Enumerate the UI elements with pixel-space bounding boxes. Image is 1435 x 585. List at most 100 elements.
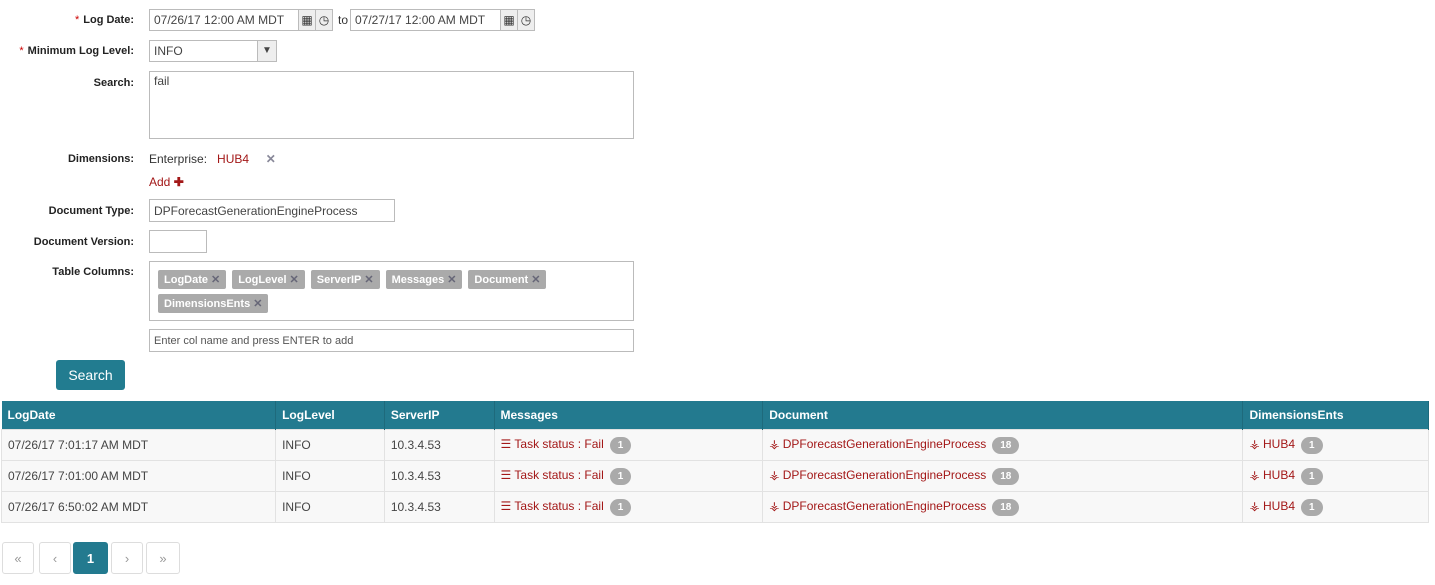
dimensions-label: Dimensions: <box>67 153 134 165</box>
column-tag-label: ServerIP <box>316 274 362 286</box>
message-link[interactable]: Task status : Fail <box>514 437 603 451</box>
remove-tag-icon[interactable]: ✕ <box>447 274 456 286</box>
calendar-icon[interactable]: ▦ <box>500 9 518 31</box>
table-row: 07/26/17 7:01:17 AM MDT INFO 10.3.4.53 ☰… <box>0 429 1429 461</box>
table-columns-tags[interactable]: LogDate ✕ LogLevel ✕ ServerIP ✕ Messages ✕ Docum… <box>149 261 634 321</box>
log-level-cell: INFO <box>275 429 385 461</box>
sitemap-icon: ⚶ <box>769 436 780 451</box>
calendar-icon[interactable]: ▦ <box>298 9 316 31</box>
log-date-cell: 07/26/17 7:01:00 AM MDT <box>0 460 277 492</box>
dimensions-cell: ⚶ HUB4 1 <box>1242 491 1429 523</box>
document-link[interactable]: DPForecastGenerationEngineProcess <box>783 437 986 451</box>
column-tag-label: DimensionsEnts <box>164 298 251 310</box>
list-icon: ☰ <box>500 498 512 513</box>
page-1-button[interactable]: 1 <box>73 542 108 574</box>
message-count-badge: 1 <box>609 467 632 485</box>
document-count-badge: 18 <box>992 498 1020 516</box>
clock-icon[interactable]: ◷ <box>517 9 535 31</box>
remove-tag-icon[interactable]: ✕ <box>211 274 220 286</box>
remove-tag-icon[interactable]: ✕ <box>364 274 373 286</box>
document-cell: ⚶ DPForecastGenerationEngineProcess 18 <box>762 429 1244 461</box>
column-header[interactable]: Document <box>762 401 1244 430</box>
doc-type-input[interactable]: DPForecastGenerationEngineProcess <box>149 199 395 222</box>
document-cell: ⚶ DPForecastGenerationEngineProcess 18 <box>762 460 1244 492</box>
column-header[interactable]: ServerIP <box>384 401 495 430</box>
log-table: LogDate LogLevel ServerIP Messages Document D… <box>0 401 1429 523</box>
column-header[interactable]: LogDate <box>1 401 277 430</box>
dimension-link[interactable]: HUB4 <box>1263 437 1295 451</box>
column-tag: DimensionsEnts ✕ <box>158 294 269 313</box>
column-name-input[interactable]: Enter col name and press ENTER to add <box>149 329 634 352</box>
server-ip-cell: 10.3.4.53 <box>383 429 495 461</box>
log-level-cell: INFO <box>275 491 385 523</box>
server-ip-cell: 10.3.4.53 <box>383 491 495 523</box>
add-dimension-link[interactable]: Add ✚ <box>149 175 184 189</box>
column-tag: Document ✕ <box>468 270 547 289</box>
server-ip-cell: 10.3.4.53 <box>383 460 495 492</box>
doc-version-input[interactable] <box>149 230 207 253</box>
column-tag: LogLevel ✕ <box>232 270 305 289</box>
sitemap-icon: ⚶ <box>1249 467 1260 482</box>
table-columns-label: Table Columns: <box>52 266 134 278</box>
remove-tag-icon[interactable]: ✕ <box>290 274 299 286</box>
remove-tag-icon[interactable]: ✕ <box>531 274 540 286</box>
sitemap-icon: ⚶ <box>1249 498 1260 513</box>
message-link[interactable]: Task status : Fail <box>514 499 603 513</box>
document-count-badge: 18 <box>992 467 1020 485</box>
column-header[interactable]: DimensionsEnts <box>1242 401 1429 430</box>
log-level-cell: INFO <box>275 460 385 492</box>
document-count-badge: 18 <box>992 436 1020 454</box>
log-date-to-input[interactable]: 07/27/17 12:00 AM MDT <box>350 9 501 31</box>
column-header[interactable]: LogLevel <box>275 401 385 430</box>
dimensions-cell: ⚶ HUB4 1 <box>1242 429 1429 461</box>
log-date-cell: 07/26/17 7:01:17 AM MDT <box>0 429 277 461</box>
log-date-cell: 07/26/17 6:50:02 AM MDT <box>0 491 277 523</box>
table-row: 07/26/17 6:50:02 AM MDT INFO 10.3.4.53 ☰… <box>0 491 1429 523</box>
search-textarea[interactable]: fail <box>149 71 634 139</box>
doc-type-label: Document Type: <box>48 205 134 217</box>
log-date-label: * Log Date: <box>74 14 134 26</box>
dimension-item: Enterprise: HUB4 ✕ <box>149 152 276 166</box>
column-tag: Messages ✕ <box>385 270 463 289</box>
messages-cell: ☰ Task status : Fail 1 <box>493 460 764 492</box>
message-count-badge: 1 <box>609 498 632 516</box>
column-header[interactable]: Messages <box>494 401 764 430</box>
sitemap-icon: ⚶ <box>769 467 780 482</box>
search-label: Search: <box>93 77 134 89</box>
dimensions-cell: ⚶ HUB4 1 <box>1242 460 1429 492</box>
messages-cell: ☰ Task status : Fail 1 <box>493 429 764 461</box>
prev-page-button[interactable]: ‹ <box>39 542 71 574</box>
clock-icon[interactable]: ◷ <box>315 9 333 31</box>
column-tag: ServerIP ✕ <box>310 270 380 289</box>
column-tag: LogDate ✕ <box>158 270 227 289</box>
remove-dimension-icon[interactable]: ✕ <box>266 152 276 166</box>
dimension-key: Enterprise: <box>149 152 208 166</box>
list-icon: ☰ <box>500 436 512 451</box>
document-link[interactable]: DPForecastGenerationEngineProcess <box>783 499 986 513</box>
document-link[interactable]: DPForecastGenerationEngineProcess <box>783 468 986 482</box>
remove-tag-icon[interactable]: ✕ <box>253 298 262 310</box>
column-tag-label: Messages <box>391 274 445 286</box>
min-level-select[interactable]: INFO ▼ <box>149 40 277 62</box>
min-level-label: * Minimum Log Level: <box>19 45 134 57</box>
sitemap-icon: ⚶ <box>769 498 780 513</box>
log-date-from-input[interactable]: 07/26/17 12:00 AM MDT <box>149 9 299 31</box>
column-tag-label: Document <box>474 274 529 286</box>
sitemap-icon: ⚶ <box>1249 436 1260 451</box>
dimension-value[interactable]: HUB4 <box>217 152 249 166</box>
message-link[interactable]: Task status : Fail <box>514 468 603 482</box>
dimension-link[interactable]: HUB4 <box>1263 468 1295 482</box>
last-page-button[interactable]: » <box>146 542 180 574</box>
document-cell: ⚶ DPForecastGenerationEngineProcess 18 <box>762 491 1244 523</box>
column-tag-label: LogLevel <box>238 274 287 286</box>
message-count-badge: 1 <box>609 436 632 454</box>
chevron-down-icon: ▼ <box>257 41 276 61</box>
doc-version-label: Document Version: <box>33 236 134 248</box>
search-button[interactable]: Search <box>56 360 125 390</box>
dimension-count-badge: 1 <box>1301 436 1323 454</box>
dimension-link[interactable]: HUB4 <box>1263 499 1295 513</box>
first-page-button[interactable]: « <box>2 542 34 574</box>
table-row: 07/26/17 7:01:00 AM MDT INFO 10.3.4.53 ☰… <box>0 460 1429 492</box>
next-page-button[interactable]: › <box>111 542 143 574</box>
dimension-count-badge: 1 <box>1301 467 1323 485</box>
